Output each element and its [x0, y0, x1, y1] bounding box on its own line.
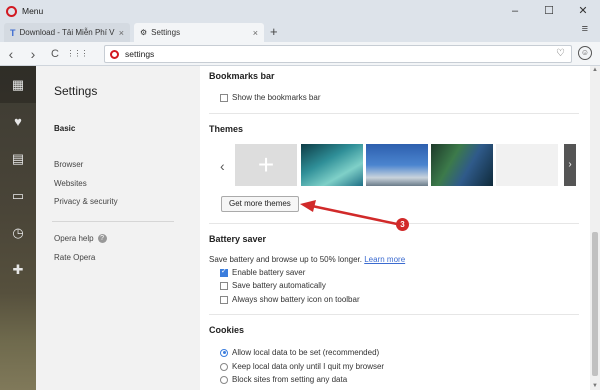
nav-item-basic[interactable]: Basic [54, 124, 75, 133]
section-divider [209, 223, 579, 224]
show-bookmarks-label: Show the bookmarks bar [232, 93, 321, 102]
devices-icon[interactable]: ▭ [0, 177, 36, 214]
new-tab-button[interactable]: + [270, 22, 278, 41]
themes-heading: Themes [209, 124, 244, 134]
cookies-heading: Cookies [209, 325, 245, 335]
reload-button[interactable]: C [44, 48, 66, 60]
nav-item-websites[interactable]: Websites [54, 179, 87, 188]
scroll-down-arrow-icon[interactable]: ▼ [590, 383, 600, 389]
battery-option-label: Save battery automatically [232, 281, 326, 290]
theme-thumbnail[interactable] [431, 144, 493, 186]
battery-heading: Battery saver [209, 234, 267, 244]
tab-close-button[interactable]: × [253, 28, 258, 38]
menu-button[interactable]: Menu [0, 5, 44, 17]
get-more-themes-button[interactable]: Get more themes [221, 196, 299, 212]
extensions-icon[interactable]: ✚ [0, 251, 36, 288]
themes-prev-button[interactable]: ‹ [220, 158, 225, 174]
save-battery-auto-checkbox[interactable] [220, 281, 228, 290]
battery-description: Save battery and browse up to 50% longer… [209, 255, 405, 264]
battery-icon-toolbar-checkbox[interactable] [220, 295, 228, 304]
keep-local-data-radio[interactable] [220, 362, 228, 371]
tab-close-button[interactable]: × [119, 28, 124, 38]
speed-dial-button[interactable]: ⋮⋮⋮ [66, 49, 89, 58]
nav-item-privacy[interactable]: Privacy & security [54, 197, 118, 206]
address-toolbar: ‹ › C ⋮⋮⋮ settings ♡ [0, 42, 600, 66]
cookies-option-label: Keep local data only until I quit my bro… [232, 362, 385, 371]
back-button[interactable]: ‹ [0, 46, 22, 62]
settings-content: Bookmarks bar Show the bookmarks bar The… [200, 66, 590, 390]
battery-description-text: Save battery and browse up to 50% longer… [209, 255, 362, 264]
battery-option[interactable]: Always show battery icon on toolbar [220, 295, 360, 304]
help-icon: ? [97, 234, 107, 243]
cookies-option-label: Block sites from setting any data [232, 375, 348, 384]
allow-local-data-radio[interactable] [220, 348, 228, 357]
settings-nav: Settings Basic Browser Websites Privacy … [36, 66, 200, 390]
forward-button[interactable]: › [22, 46, 44, 62]
battery-option-label: Enable battery saver [232, 268, 306, 277]
bookmark-heart-icon[interactable]: ♡ [556, 48, 565, 59]
menu-label: Menu [22, 6, 44, 16]
history-icon[interactable]: ◷ [0, 214, 36, 251]
theme-thumbnail[interactable] [366, 144, 428, 186]
bookmarks-heading: Bookmarks bar [209, 71, 275, 81]
content-scrollbar[interactable]: ▲ ▼ [590, 66, 600, 390]
section-divider [209, 113, 579, 114]
battery-option[interactable]: Enable battery saver [220, 267, 306, 277]
tab-download[interactable]: T Download - Tải Miễn Phí V × [4, 23, 130, 42]
tab-bar: T Download - Tải Miễn Phí V × ⚙ Settings… [0, 22, 600, 42]
close-window-button[interactable]: ✕ [566, 0, 600, 22]
heart-icon[interactable]: ♥ [0, 103, 36, 140]
news-icon[interactable]: ▤ [0, 140, 36, 177]
address-value: settings [125, 49, 155, 59]
tab-label: Settings [151, 28, 181, 37]
add-theme-button[interactable]: + [235, 144, 297, 186]
opera-sidebar: ▦ ♥ ▤ ▭ ◷ ✚ [0, 66, 36, 390]
enable-battery-saver-checkbox[interactable] [220, 267, 228, 277]
opera-help-label: Opera help [54, 234, 94, 243]
cookies-option-label: Allow local data to be set (recommended) [232, 348, 380, 357]
opera-page-icon [110, 49, 119, 59]
cookies-option[interactable]: Block sites from setting any data [220, 375, 347, 384]
battery-option-label: Always show battery icon on toolbar [232, 295, 360, 304]
scrollbar-thumb[interactable] [592, 232, 598, 376]
section-divider [209, 314, 579, 315]
address-field[interactable]: settings ♡ [104, 45, 572, 63]
nav-divider [52, 221, 174, 222]
nav-item-rate-opera[interactable]: Rate Opera [54, 253, 95, 262]
show-bookmarks-checkbox[interactable] [220, 93, 228, 102]
gear-icon: ⚙ [140, 28, 148, 37]
title-bar: Menu – ☐ ✕ [0, 0, 600, 22]
cookies-option[interactable]: Keep local data only until I quit my bro… [220, 362, 384, 371]
annotation-number-badge: 3 [396, 218, 409, 231]
nav-item-browser[interactable]: Browser [54, 160, 83, 169]
battery-option[interactable]: Save battery automatically [220, 281, 326, 290]
tab-label: Download - Tải Miễn Phí V [19, 28, 115, 37]
themes-next-button[interactable]: › [564, 144, 576, 186]
theme-thumbnail[interactable] [301, 144, 363, 186]
tab-favicon: T [10, 27, 16, 38]
tab-settings[interactable]: ⚙ Settings × [134, 23, 264, 42]
scroll-up-arrow-icon[interactable]: ▲ [590, 67, 600, 73]
page-title: Settings [54, 84, 98, 98]
theme-thumbnail[interactable] [496, 144, 558, 186]
cookies-option[interactable]: Allow local data to be set (recommended) [220, 348, 379, 357]
account-icon[interactable]: ☺ [578, 46, 592, 60]
show-bookmarks-option[interactable]: Show the bookmarks bar [220, 93, 321, 102]
block-sites-radio[interactable] [220, 375, 228, 384]
speed-dial-icon[interactable]: ▦ [0, 66, 36, 103]
maximize-button[interactable]: ☐ [532, 0, 566, 22]
learn-more-link[interactable]: Learn more [364, 255, 405, 264]
nav-item-opera-help[interactable]: Opera help ? [54, 234, 107, 243]
minimize-button[interactable]: – [498, 0, 532, 22]
tab-menu-icon[interactable]: ≡ [582, 23, 588, 35]
opera-logo-icon [6, 5, 17, 17]
